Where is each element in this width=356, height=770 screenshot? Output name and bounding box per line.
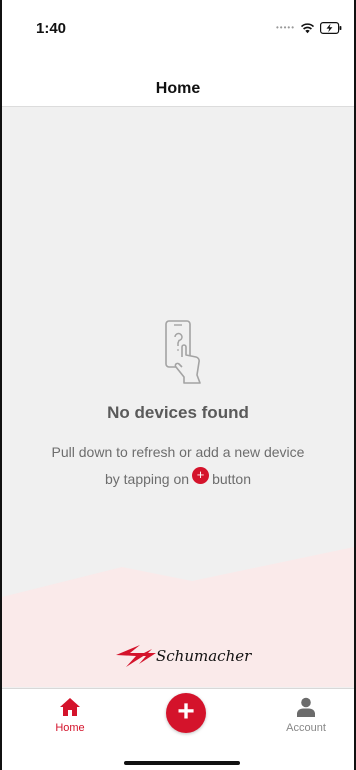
inline-plus-icon: + <box>192 466 210 484</box>
tab-bar: Home + Account <box>2 688 354 770</box>
empty-state-text-after: button <box>212 471 251 487</box>
background-wave <box>2 547 354 687</box>
tab-account[interactable]: Account <box>278 697 334 734</box>
empty-state-text-before: by tapping on <box>104 471 190 487</box>
empty-state-message-line1: Pull down to refresh or add a new device <box>51 444 305 460</box>
tab-home[interactable]: Home <box>46 697 94 734</box>
account-icon <box>297 697 315 717</box>
app-screen: 1:40 ••••• Home No devices found Pull do… <box>0 0 356 770</box>
empty-state-title: No devices found <box>107 403 249 422</box>
empty-state-message-line2: by tapping on + button <box>2 466 354 487</box>
tab-home-label: Home <box>55 722 85 734</box>
add-device-button[interactable]: + <box>166 693 206 733</box>
nav-header: Home <box>2 56 354 107</box>
device-list-area[interactable]: No devices found Pull down to refresh or… <box>2 107 354 687</box>
page-title: Home <box>155 80 201 97</box>
tab-account-label: Account <box>286 722 326 734</box>
schumacher-logo: Schumacher <box>116 645 252 667</box>
battery-charging-icon <box>320 22 342 34</box>
home-icon <box>60 698 80 716</box>
phone-hand-question-icon <box>165 320 201 384</box>
status-bar: 1:40 ••••• <box>2 0 354 56</box>
status-time: 1:40 <box>36 20 67 37</box>
signal-dots-icon: ••••• <box>275 23 295 32</box>
status-icons: ••••• <box>276 22 342 34</box>
home-indicator <box>124 761 240 765</box>
wifi-icon <box>300 23 315 34</box>
logo-wordmark: Schumacher <box>156 647 252 665</box>
